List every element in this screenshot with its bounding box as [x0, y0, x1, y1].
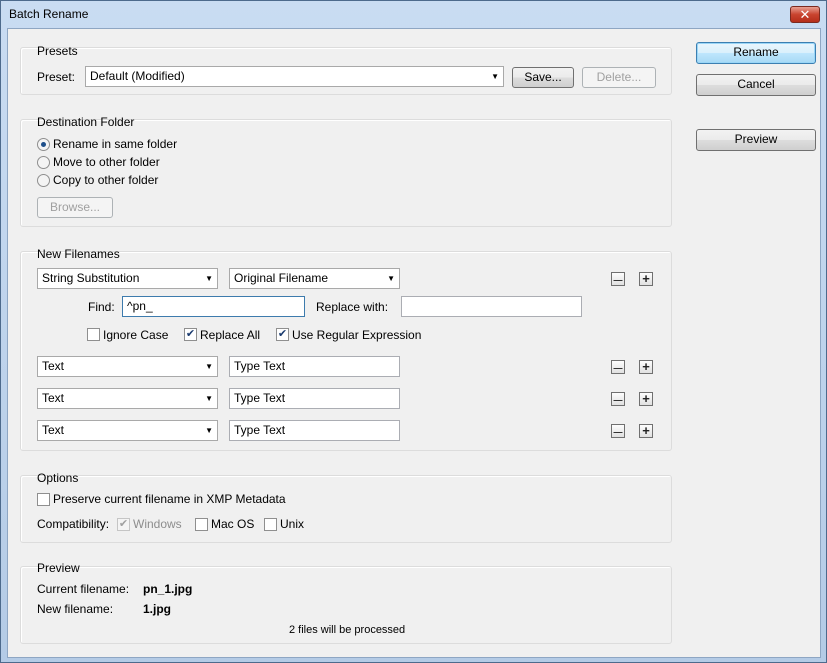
new-filenames-group-title: New Filenames: [37, 247, 120, 261]
filename-part-source-value: Original Filename: [234, 271, 329, 285]
use-regex-label[interactable]: Use Regular Expression: [292, 328, 421, 342]
filename-text-input-4[interactable]: Type Text: [229, 420, 400, 441]
preset-select[interactable]: Default (Modified) ▼: [85, 66, 504, 87]
minus-icon: —: [613, 395, 623, 405]
window-title: Batch Rename: [9, 7, 89, 21]
save-preset-button[interactable]: Save...: [512, 67, 574, 88]
mac-os-checkbox[interactable]: [195, 518, 208, 531]
rename-button[interactable]: Rename: [696, 42, 816, 64]
find-label: Find:: [88, 300, 115, 314]
chevron-down-icon: ▼: [205, 394, 213, 403]
filename-part-type-select-2[interactable]: Text ▼: [37, 356, 218, 377]
preview-button[interactable]: Preview: [696, 129, 816, 151]
title-bar[interactable]: Batch Rename ✕: [1, 1, 826, 29]
new-filename-value: 1.jpg: [143, 602, 172, 616]
filename-part-type-value: Text: [42, 359, 65, 373]
rename-same-folder-label[interactable]: Rename in same folder: [53, 137, 177, 151]
cancel-button[interactable]: Cancel: [696, 74, 816, 96]
preset-value: Default (Modified): [90, 69, 185, 83]
minus-icon: —: [613, 275, 623, 285]
preview-group-title: Preview: [37, 561, 80, 575]
remove-row-button-2[interactable]: —: [611, 360, 625, 374]
plus-icon: +: [642, 359, 650, 374]
add-row-button-4[interactable]: +: [639, 424, 653, 438]
remove-row-button-1[interactable]: —: [611, 272, 625, 286]
add-row-button-1[interactable]: +: [639, 272, 653, 286]
checkmark-icon: ✔: [277, 328, 288, 340]
filename-part-type-select-1[interactable]: String Substitution ▼: [37, 268, 218, 289]
filename-part-type-value: Text: [42, 423, 65, 437]
radio-selected-dot: [41, 142, 46, 147]
presets-group-title: Presets: [37, 44, 78, 58]
preset-label: Preset:: [37, 70, 76, 84]
chevron-down-icon: ▼: [491, 72, 499, 81]
chevron-down-icon: ▼: [205, 426, 213, 435]
current-filename-label: Current filename:: [37, 582, 130, 596]
mac-os-label[interactable]: Mac OS: [211, 517, 254, 531]
filename-part-type-value: String Substitution: [42, 271, 140, 285]
minus-icon: —: [613, 363, 623, 373]
add-row-button-2[interactable]: +: [639, 360, 653, 374]
windows-checkbox[interactable]: ✔: [117, 518, 130, 531]
filename-text-value: Type Text: [234, 391, 286, 405]
browse-button[interactable]: Browse...: [37, 197, 113, 218]
filename-part-type-select-4[interactable]: Text ▼: [37, 420, 218, 441]
add-row-button-3[interactable]: +: [639, 392, 653, 406]
compatibility-label: Compatibility:: [37, 517, 110, 531]
radio-copy-other-folder[interactable]: [37, 174, 50, 187]
batch-rename-window: Batch Rename ✕ Presets Preset: Default (…: [0, 0, 827, 663]
unix-label[interactable]: Unix: [280, 517, 304, 531]
replace-all-label[interactable]: Replace All: [200, 328, 260, 342]
filename-text-input-3[interactable]: Type Text: [229, 388, 400, 409]
current-filename-value: pn_1.jpg: [143, 582, 193, 596]
find-value: ^pn_: [127, 299, 153, 313]
plus-icon: +: [642, 391, 650, 406]
options-group-title: Options: [37, 471, 79, 485]
preserve-xmp-checkbox[interactable]: [37, 493, 50, 506]
filename-text-value: Type Text: [234, 359, 286, 373]
replace-all-checkbox[interactable]: ✔: [184, 328, 197, 341]
filename-part-source-select-1[interactable]: Original Filename ▼: [229, 268, 400, 289]
move-other-folder-label[interactable]: Move to other folder: [53, 155, 160, 169]
ignore-case-checkbox[interactable]: [87, 328, 100, 341]
ignore-case-label[interactable]: Ignore Case: [103, 328, 168, 342]
remove-row-button-4[interactable]: —: [611, 424, 625, 438]
plus-icon: +: [642, 271, 650, 286]
plus-icon: +: [642, 423, 650, 438]
windows-label: Windows: [133, 517, 182, 531]
copy-other-folder-label[interactable]: Copy to other folder: [53, 173, 158, 187]
new-filename-label: New filename:: [37, 602, 114, 616]
destination-group-title: Destination Folder: [37, 115, 135, 129]
files-processed-status: 2 files will be processed: [289, 624, 406, 636]
delete-preset-button[interactable]: Delete...: [582, 67, 656, 88]
radio-move-other-folder[interactable]: [37, 156, 50, 169]
replace-with-input[interactable]: [401, 296, 582, 317]
use-regex-checkbox[interactable]: ✔: [276, 328, 289, 341]
checkmark-icon: ✔: [118, 518, 129, 530]
dialog-body: Presets Preset: Default (Modified) ▼ Sav…: [7, 28, 821, 658]
checkmark-icon: ✔: [185, 328, 196, 340]
radio-rename-same-folder[interactable]: [37, 138, 50, 151]
chevron-down-icon: ▼: [205, 274, 213, 283]
find-input[interactable]: ^pn_: [122, 296, 305, 317]
chevron-down-icon: ▼: [387, 274, 395, 283]
replace-with-label: Replace with:: [316, 300, 389, 314]
options-group: [20, 475, 672, 543]
filename-part-type-value: Text: [42, 391, 65, 405]
chevron-down-icon: ▼: [205, 362, 213, 371]
minus-icon: —: [613, 427, 623, 437]
filename-part-type-select-3[interactable]: Text ▼: [37, 388, 218, 409]
filename-text-input-2[interactable]: Type Text: [229, 356, 400, 377]
filename-text-value: Type Text: [234, 423, 286, 437]
remove-row-button-3[interactable]: —: [611, 392, 625, 406]
preserve-xmp-label[interactable]: Preserve current filename in XMP Metadat…: [53, 492, 286, 506]
unix-checkbox[interactable]: [264, 518, 277, 531]
close-button[interactable]: ✕: [790, 6, 820, 23]
close-icon: ✕: [799, 7, 811, 22]
